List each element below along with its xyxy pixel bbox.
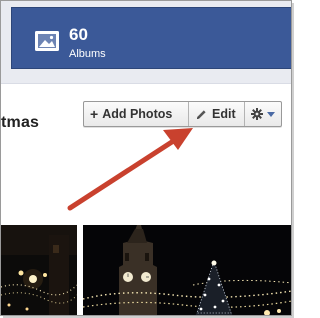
frame-shadow-right (292, 3, 294, 318)
screenshot-frame: 60 Albums tmas + Add Photos Edit (0, 0, 292, 316)
albums-header: 60 Albums (1, 1, 291, 84)
plus-icon: + (90, 106, 99, 122)
photo-thumbnail-2-image (83, 225, 291, 315)
album-title: tmas (1, 114, 40, 131)
photo-thumbnail-2[interactable] (83, 225, 291, 315)
edit-label: Edit (212, 107, 236, 121)
edit-button[interactable]: Edit (189, 102, 245, 126)
options-menu-button[interactable] (245, 102, 281, 126)
chevron-down-icon (267, 111, 275, 117)
add-photos-label: Add Photos (102, 107, 173, 121)
album-count: 60 (69, 25, 88, 44)
photo-album-icon (35, 31, 59, 51)
albums-tile[interactable]: 60 Albums (11, 7, 291, 69)
add-photos-button[interactable]: + Add Photos (84, 102, 189, 126)
gear-icon (251, 108, 263, 120)
photo-thumbnail-1-image (1, 225, 77, 315)
pencil-icon (197, 109, 206, 119)
photo-thumbnail-1[interactable] (1, 225, 77, 315)
album-toolbar: + Add Photos Edit (83, 101, 282, 127)
album-label: Albums (69, 48, 106, 60)
